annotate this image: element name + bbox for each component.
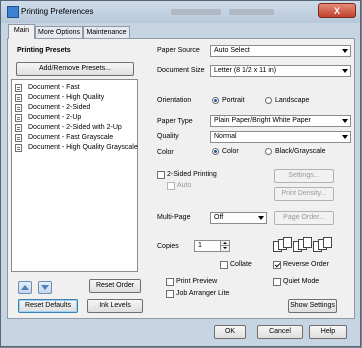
chevron-down-icon <box>342 135 348 139</box>
paper-type-label: Paper Type <box>157 118 193 125</box>
color-radio[interactable] <box>212 148 219 155</box>
printing-preferences-window: Printing Preferences X Main More Options… <box>0 0 361 347</box>
window-title: Printing Preferences <box>21 7 94 16</box>
document-size-label: Document Size <box>157 67 205 74</box>
reset-defaults-button[interactable]: Reset Defaults <box>18 299 78 313</box>
quiet-mode-label: Quiet Mode <box>283 278 320 285</box>
background-window-blur <box>171 9 221 15</box>
black-grayscale-radio[interactable] <box>265 148 272 155</box>
job-arranger-checkbox[interactable] <box>166 290 174 298</box>
arrow-down-icon <box>41 285 49 290</box>
chevron-down-icon <box>258 216 264 220</box>
page-order-button[interactable]: Page Order... <box>274 211 334 225</box>
print-preview-checkbox[interactable] <box>166 278 174 286</box>
reverse-order-checkbox[interactable] <box>273 261 281 269</box>
background-window-blur <box>229 9 274 15</box>
landscape-label: Landscape <box>275 97 310 104</box>
quality-label: Quality <box>157 133 179 140</box>
portrait-radio[interactable] <box>212 97 219 104</box>
multi-page-select[interactable]: Off <box>210 212 267 224</box>
title-bar: Printing Preferences X <box>1 1 360 23</box>
chevron-down-icon <box>342 119 348 123</box>
quality-select[interactable]: Normal <box>210 131 351 143</box>
presets-list: Document - Fast Document - High Quality … <box>11 79 138 272</box>
auto-label: Auto <box>177 182 192 189</box>
add-remove-presets-button[interactable]: Add/Remove Presets... <box>16 62 134 76</box>
document-icon <box>15 104 22 112</box>
stepper-down-icon[interactable] <box>220 245 229 251</box>
document-icon <box>15 114 22 122</box>
collate-pages-icon <box>273 237 293 253</box>
copies-stepper[interactable]: 1 <box>194 240 230 252</box>
cancel-button[interactable]: Cancel <box>257 325 303 339</box>
landscape-radio[interactable] <box>265 97 272 104</box>
copies-label: Copies <box>157 243 179 250</box>
collate-label: Collate <box>230 261 252 268</box>
tab-more-options[interactable]: More Options <box>35 26 83 38</box>
move-up-button[interactable] <box>18 281 32 294</box>
document-icon <box>15 144 22 152</box>
chevron-down-icon <box>342 49 348 53</box>
ink-levels-button[interactable]: Ink Levels <box>87 299 143 313</box>
document-icon <box>15 84 22 92</box>
multi-page-label: Multi-Page <box>157 214 191 221</box>
quiet-mode-checkbox[interactable] <box>273 278 281 286</box>
move-down-button[interactable] <box>38 281 52 294</box>
print-density-button[interactable]: Print Density... <box>274 187 334 201</box>
tab-main[interactable]: Main <box>8 24 35 39</box>
arrow-up-icon <box>21 285 29 290</box>
collate-checkbox[interactable] <box>220 261 228 269</box>
ok-button[interactable]: OK <box>214 325 246 339</box>
presets-heading: Printing Presets <box>17 47 71 54</box>
black-grayscale-label: Black/Grayscale <box>275 148 326 155</box>
document-icon <box>15 134 22 142</box>
printer-icon <box>7 6 19 18</box>
print-preview-label: Print Preview <box>176 278 218 285</box>
auto-checkbox[interactable] <box>167 182 175 190</box>
document-icon <box>15 94 22 102</box>
collate-pages-icon <box>313 237 333 253</box>
portrait-label: Portrait <box>222 97 245 104</box>
paper-source-label: Paper Source <box>157 47 200 54</box>
reverse-order-label: Reverse Order <box>283 261 329 268</box>
job-arranger-label: Job Arranger Lite <box>176 290 230 297</box>
document-size-select[interactable]: Letter (8 1/2 x 11 in) <box>210 65 351 77</box>
settings-button[interactable]: Settings... <box>274 169 334 183</box>
color-option-label: Color <box>222 148 239 155</box>
help-button[interactable]: Help <box>309 325 347 339</box>
document-icon <box>15 124 22 132</box>
reset-order-button[interactable]: Reset Order <box>89 279 141 293</box>
two-sided-checkbox[interactable] <box>157 171 165 179</box>
collate-pages-icon <box>293 237 313 253</box>
chevron-down-icon <box>342 69 348 73</box>
tab-maintenance[interactable]: Maintenance <box>83 26 130 38</box>
color-label: Color <box>157 149 174 156</box>
paper-type-select[interactable]: Plain Paper/Bright White Paper <box>210 115 351 127</box>
two-sided-label: 2-Sided Printing <box>167 171 217 178</box>
paper-source-select[interactable]: Auto Select <box>210 45 351 57</box>
show-settings-button[interactable]: Show Settings <box>288 299 337 313</box>
close-button[interactable]: X <box>318 3 356 18</box>
orientation-label: Orientation <box>157 97 192 104</box>
